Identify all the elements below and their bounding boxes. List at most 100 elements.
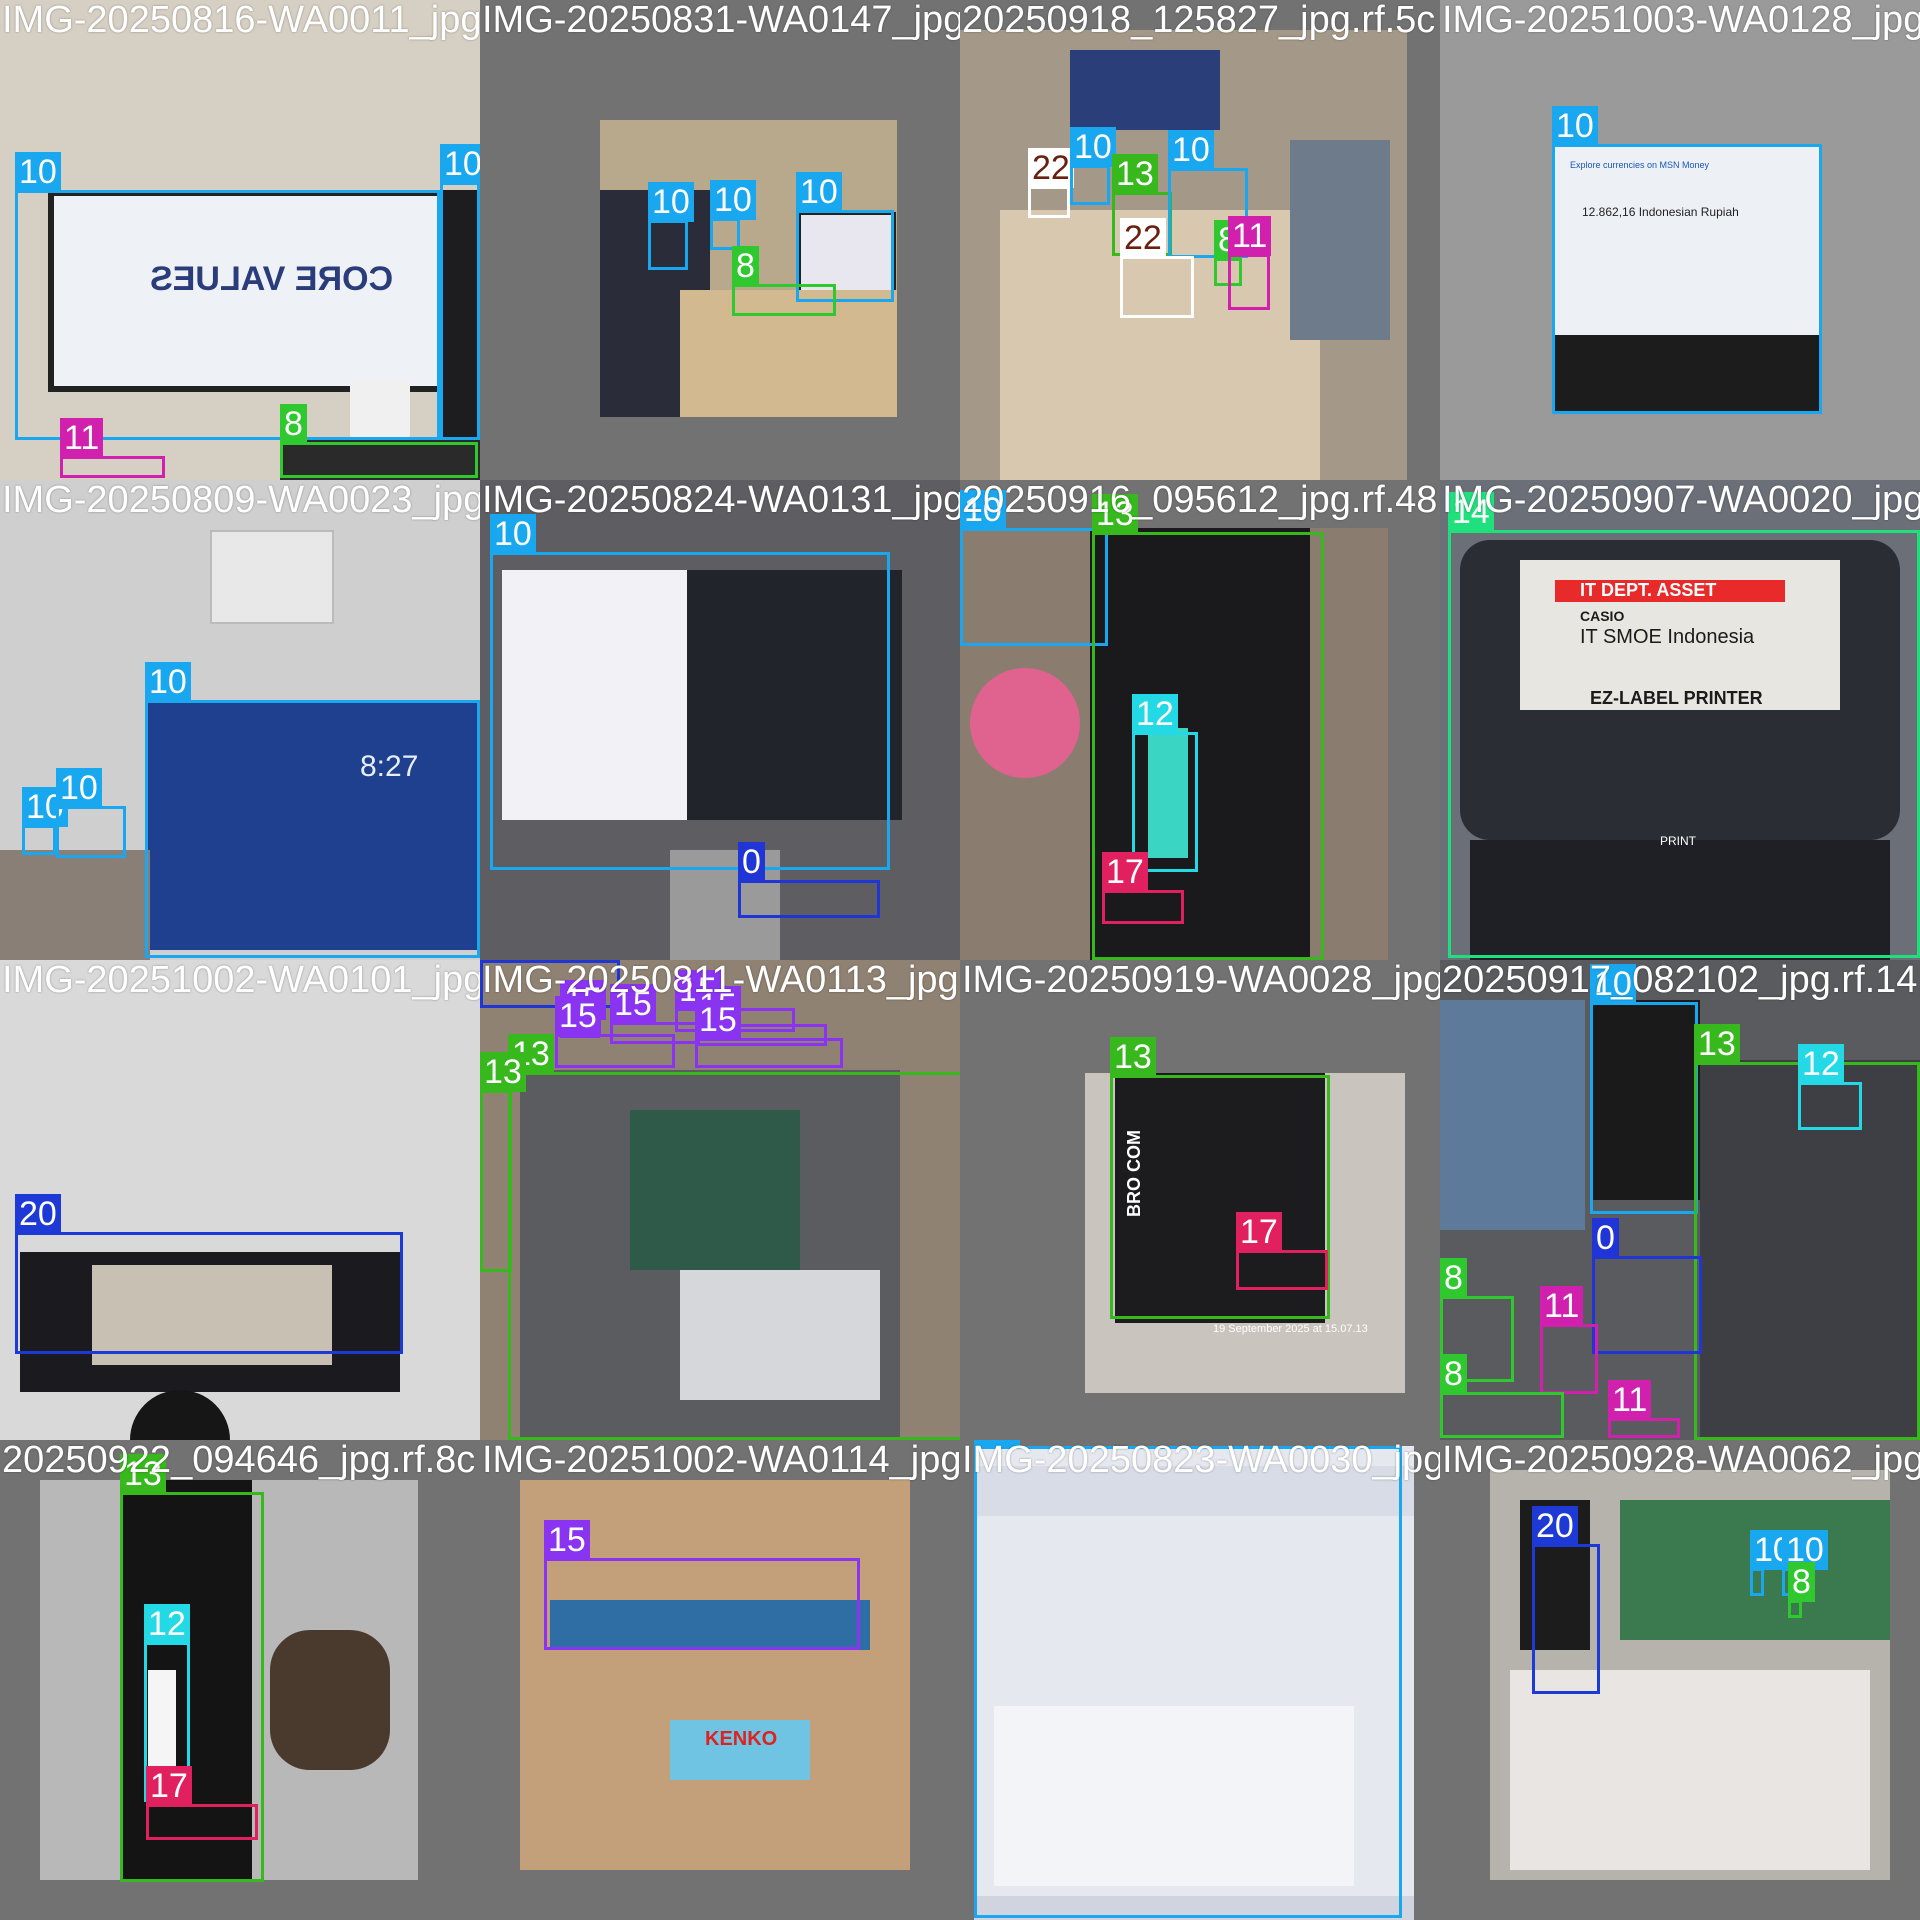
- detection-box: 10: [15, 152, 440, 440]
- box-class-tag: 10: [1070, 127, 1116, 167]
- box-class-tag: 11: [60, 418, 104, 458]
- tile-label: IMG-20250816-WA0011_jpg: [2, 0, 480, 41]
- tile-label: IMG-20251003-WA0128_jpg: [1442, 0, 1920, 41]
- tile-label: IMG-20250831-WA0147_jpg: [482, 0, 960, 41]
- tile-label: IMG-20250928-WA0062_jpg: [1442, 1440, 1920, 1481]
- office-desks: [0, 850, 150, 960]
- detection-box: 20: [1532, 1506, 1600, 1694]
- tile: BRO COM 19 September 2025 at 15.07.13 IM…: [960, 960, 1440, 1440]
- box-class-tag: 10: [796, 172, 842, 212]
- photo-timestamp: 19 September 2025 at 15.07.13: [1213, 1323, 1368, 1335]
- floor-mat: [1510, 1670, 1870, 1870]
- tile-label: 20250916_095612_jpg.rf.48: [962, 480, 1438, 521]
- box-class-tag: 0: [738, 842, 765, 882]
- detection-box: 10: [960, 490, 1108, 646]
- detection-box: 0: [1592, 1218, 1702, 1354]
- box-class-tag: 15: [555, 996, 601, 1036]
- detection-box: 10: [1552, 106, 1822, 414]
- tile-label: IMG-20251002-WA0101_jpg: [2, 960, 480, 1001]
- box-class-tag: 10: [648, 182, 694, 222]
- detection-box: 10: [145, 662, 480, 958]
- box-class-tag: 17: [1236, 1212, 1282, 1252]
- box-class-tag: 15: [695, 1000, 741, 1040]
- tile-label: IMG-20250907-WA0020_jpg: [1442, 480, 1920, 521]
- detection-box: 17: [1102, 852, 1184, 924]
- tile-label: 20250922_094646_jpg.rf.8c: [2, 1440, 476, 1481]
- box-class-tag: 10: [56, 768, 102, 808]
- shelf-binders: [1070, 50, 1220, 130]
- detection-box: 8: [280, 404, 478, 478]
- detection-box: 11: [1540, 1286, 1598, 1394]
- box-class-tag: 13: [1112, 154, 1158, 194]
- box-class-tag: 10: [710, 180, 756, 220]
- box-class-tag: 15: [544, 1520, 590, 1560]
- box-class-tag: 10: [1552, 106, 1598, 146]
- shoes: [270, 1630, 390, 1770]
- box-class-tag: 8: [1788, 1562, 1815, 1602]
- box-class-tag: 8: [280, 404, 307, 444]
- tile: 20250917_082102_jpg.rf.14 10 13 12 0 8 1…: [1440, 960, 1920, 1440]
- detection-box: 8: [1788, 1562, 1815, 1618]
- tile-label: IMG-20251002-WA0114_jpg: [482, 1440, 960, 1481]
- tile-label: 20250917_082102_jpg.rf.14: [1442, 960, 1918, 1001]
- detection-box: 14: [1448, 492, 1920, 958]
- tile: IMG-20250824-WA0131_jpg 10 0: [480, 480, 960, 960]
- detection-box: 20: [15, 1194, 403, 1354]
- detection-box: 10: [440, 144, 480, 440]
- detection-box: 15: [695, 1000, 843, 1068]
- tile: IT DEPT. ASSET CASIO IT SMOE Indonesia E…: [1440, 480, 1920, 960]
- detection-box: 12: [1798, 1044, 1862, 1130]
- box-class-tag: 8: [1440, 1258, 1467, 1298]
- tile: CORE VALUES IMG-20250816-WA0011_jpg 10 1…: [0, 0, 480, 480]
- detection-box: 13: [480, 1052, 526, 1272]
- detection-box: 22: [1028, 148, 1074, 218]
- detection-box: 10: [1750, 1530, 1796, 1596]
- detection-box: 11: [60, 418, 165, 478]
- tile: IMG-20251002-WA0101_jpg 20: [0, 960, 480, 1440]
- tile-label: IMG-20250809-WA0023_jpg: [2, 480, 480, 521]
- tile-label: IMG-20250919-WA0028_jpg: [962, 960, 1440, 1001]
- box-class-tag: 13: [1110, 1037, 1156, 1077]
- detection-box: 11: [1228, 216, 1272, 310]
- box-class-tag: 10: [145, 662, 191, 702]
- tile: IMG-20250831-WA0147_jpg 10 10 10 8: [480, 0, 960, 480]
- box-class-tag: 11: [1540, 1286, 1584, 1326]
- detection-box: 10: [56, 768, 126, 858]
- detection-box: 10: [648, 182, 694, 270]
- box-class-tag: 12: [1132, 694, 1178, 734]
- detection-box: 10: [974, 1440, 1402, 1918]
- detection-box: 12: [1132, 694, 1198, 872]
- detection-box: 22: [1120, 218, 1194, 318]
- detection-box: 0: [738, 842, 880, 918]
- tile-photo: [0, 960, 480, 1440]
- box-class-tag: 8: [732, 246, 759, 286]
- tile: 20250918_125827_jpg.rf.5c 22 10 13 10 22…: [960, 0, 1440, 480]
- box-class-tag: 10: [440, 144, 480, 184]
- detection-box: 15: [544, 1520, 860, 1650]
- detection-box: 17: [1236, 1212, 1328, 1290]
- eraser-brand: KENKO: [705, 1728, 778, 1750]
- tile-label: 20250918_125827_jpg.rf.5c: [962, 0, 1436, 41]
- tile: 20250922_094646_jpg.rf.8c 13 12 17: [0, 1440, 480, 1920]
- box-class-tag: 10: [1168, 130, 1214, 170]
- tile: IMG-20250928-WA0062_jpg 20 10 10 8: [1440, 1440, 1920, 1920]
- box-class-tag: 22: [1120, 218, 1166, 258]
- box-class-tag: 0: [1592, 1218, 1619, 1258]
- detection-box: 11: [1608, 1380, 1680, 1438]
- detection-box: 10: [1070, 127, 1116, 205]
- box-class-tag: 11: [1608, 1380, 1652, 1420]
- box-class-tag: 13: [480, 1052, 526, 1092]
- box-class-tag: 20: [15, 1194, 61, 1234]
- box-class-tag: 8: [1440, 1354, 1467, 1394]
- detection-box: 8: [1440, 1354, 1564, 1438]
- pink-object: [970, 668, 1080, 778]
- person-head: [130, 1390, 230, 1440]
- tile: IMG-20250823-WA0030_jpg 10: [960, 1440, 1440, 1920]
- box-class-tag: 17: [1102, 852, 1148, 892]
- box-class-tag: 11: [1228, 216, 1272, 256]
- tile-label: IMG-20250811-WA0113_jpg: [482, 960, 959, 1001]
- tile: 20250916_095612_jpg.rf.48 10 13 12 17: [960, 480, 1440, 960]
- detection-box: 17: [146, 1766, 258, 1840]
- box-class-tag: 13: [1694, 1024, 1740, 1064]
- tile-label: IMG-20250823-WA0030_jpg: [962, 1440, 1440, 1481]
